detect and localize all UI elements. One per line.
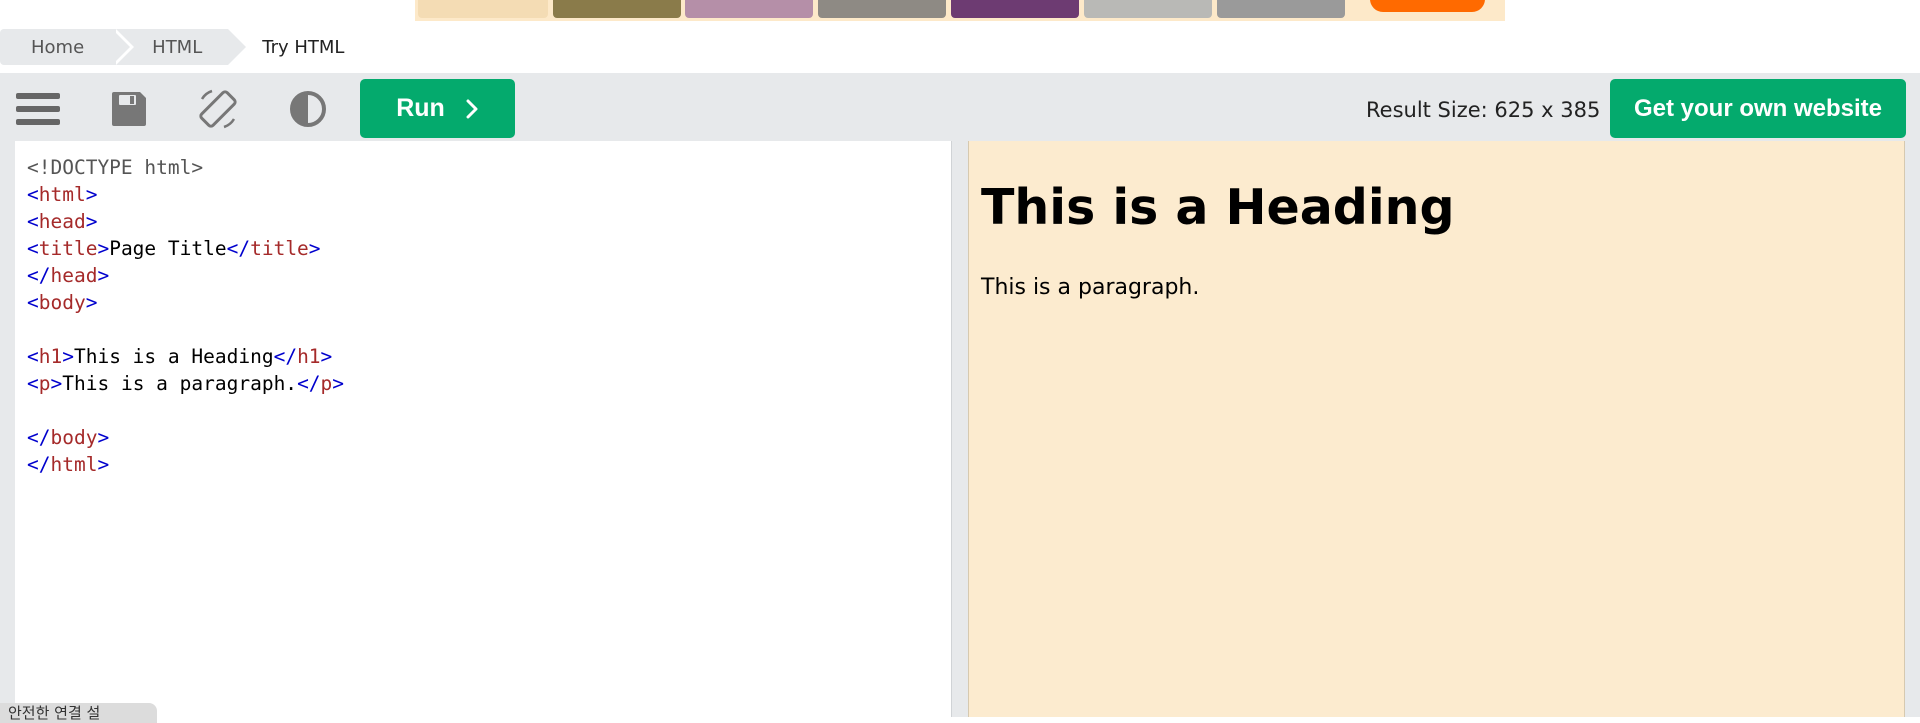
chevron-right-icon bbox=[466, 99, 478, 118]
breadcrumb-home[interactable]: Home bbox=[0, 29, 135, 65]
code-editor[interactable]: <!DOCTYPE html> <html> <head> <title>Pag… bbox=[15, 141, 952, 717]
result-size-label: Result Size: 625 x 385 bbox=[1366, 98, 1601, 122]
floppy-disk-icon[interactable] bbox=[107, 87, 151, 131]
contrast-theme-icon[interactable] bbox=[286, 87, 330, 131]
get-own-website-button[interactable]: Get your own website bbox=[1610, 79, 1906, 138]
ad-product-image[interactable] bbox=[418, 0, 548, 18]
pane-resize-handle[interactable] bbox=[952, 141, 968, 717]
breadcrumb: Home HTML Try HTML bbox=[0, 29, 344, 65]
result-preview[interactable]: This is a Heading This is a paragraph. bbox=[968, 141, 1905, 717]
ad-product-image[interactable] bbox=[818, 0, 946, 18]
code-line: </html> bbox=[27, 453, 110, 476]
code-doctype: <!DOCTYPE html> bbox=[27, 156, 204, 179]
code-line: <p>This is a paragraph.</p> bbox=[27, 372, 345, 395]
result-heading: This is a Heading bbox=[981, 179, 1455, 236]
code-line: <title>Page Title</title> bbox=[27, 237, 321, 260]
ad-cta-button[interactable] bbox=[1370, 0, 1485, 12]
code-line: <h1>This is a Heading</h1> bbox=[27, 345, 333, 368]
ad-product-image[interactable] bbox=[951, 0, 1079, 18]
code-line: </head> bbox=[27, 264, 110, 287]
code-line: <html> bbox=[27, 183, 98, 206]
code-line: </body> bbox=[27, 426, 110, 449]
code-line: <head> bbox=[27, 210, 98, 233]
code-line: <!DOCTYPE html> bbox=[27, 156, 203, 179]
run-button[interactable]: Run bbox=[360, 79, 515, 138]
hamburger-menu-icon[interactable] bbox=[16, 87, 60, 131]
ad-product-image[interactable] bbox=[553, 0, 681, 18]
ad-product-image[interactable] bbox=[1217, 0, 1345, 18]
code-content[interactable]: <!DOCTYPE html> <html> <head> <title>Pag… bbox=[27, 154, 344, 478]
code-line: <body> bbox=[27, 291, 98, 314]
run-label: Run bbox=[396, 94, 445, 122]
result-paragraph: This is a paragraph. bbox=[981, 275, 1200, 300]
rotate-orientation-icon[interactable] bbox=[196, 87, 240, 131]
status-bar-text: 안전한 연결 설 bbox=[0, 703, 157, 723]
ad-product-image[interactable] bbox=[1084, 0, 1212, 18]
workspace: <!DOCTYPE html> <html> <head> <title>Pag… bbox=[0, 141, 1920, 717]
editor-toolbar: Run Result Size: 625 x 385 Get your own … bbox=[0, 73, 1920, 141]
ad-banner[interactable] bbox=[415, 0, 1505, 21]
ad-product-image[interactable] bbox=[685, 0, 813, 18]
